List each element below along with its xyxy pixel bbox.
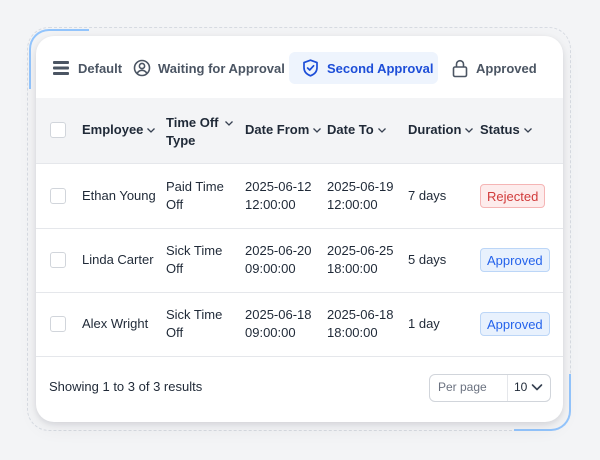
approval-table-card: Default Waiting for Approval Second Appr… (36, 36, 563, 422)
date-from-time: 09:00:00 (245, 261, 296, 276)
date-to-date: 2025-06-19 (327, 179, 394, 194)
date-from: 2025-06-18 09:00:00 (245, 306, 312, 342)
user-circle-icon (133, 59, 151, 77)
employee-name: Ethan Young (82, 188, 156, 203)
column-header-date-from[interactable]: Date From (245, 122, 322, 137)
tab-waiting-label: Waiting for Approval (158, 60, 285, 76)
date-from-time: 09:00:00 (245, 325, 296, 340)
column-header-label: Date To (327, 122, 374, 137)
list-icon (53, 61, 69, 75)
column-header-duration[interactable]: Duration (408, 122, 474, 137)
duration: 1 day (408, 316, 440, 331)
date-from: 2025-06-12 12:00:00 (245, 178, 312, 214)
date-from: 2025-06-20 09:00:00 (245, 242, 312, 278)
tab-second-approval[interactable]: Second Approval (289, 52, 438, 84)
table-row[interactable]: Ethan Young Paid Time Off 2025-06-12 12:… (36, 164, 563, 229)
select-all-checkbox[interactable] (50, 122, 66, 138)
column-header-status[interactable]: Status (480, 122, 533, 137)
status-tabs: Default Waiting for Approval Second Appr… (36, 36, 563, 99)
date-to-date: 2025-06-18 (327, 307, 394, 322)
shield-check-icon (303, 59, 318, 77)
time-off-type-line-2: Off (166, 325, 184, 340)
time-off-type: Sick Time Off (166, 242, 222, 278)
table-row[interactable]: Alex Wright Sick Time Off 2025-06-18 09:… (36, 292, 563, 357)
tab-second-approval-label: Second Approval (327, 60, 434, 76)
time-off-type-line-2: Off (166, 261, 184, 276)
time-off-type: Sick Time Off (166, 306, 222, 342)
per-page-placeholder: Per page (438, 380, 487, 394)
chevron-down-icon (377, 127, 386, 133)
date-from-date: 2025-06-18 (245, 307, 312, 322)
per-page-select[interactable]: Per page 10 (429, 374, 551, 402)
time-off-type-line-1: Sick Time (166, 243, 223, 258)
time-off-type-line-1: Sick Time (166, 307, 223, 322)
chevron-down-icon (224, 121, 233, 126)
tab-approved[interactable]: Approved (452, 52, 537, 84)
employee-name: Alex Wright (82, 316, 149, 331)
chevron-down-icon (465, 127, 474, 133)
column-header-label-lines: Time Off Type (166, 114, 219, 150)
lock-icon (452, 59, 468, 77)
table-header: Employee Time Off Type Date From Date To… (36, 98, 563, 164)
date-to-time: 18:00:00 (327, 261, 378, 276)
per-page-value: 10 (514, 380, 528, 394)
chevron-down-icon (147, 127, 156, 133)
row-checkbox[interactable] (50, 188, 66, 204)
date-from-date: 2025-06-20 (245, 243, 312, 258)
tab-default-label: Default (78, 60, 123, 76)
chevron-down-icon (531, 384, 543, 391)
column-header-time-off-type[interactable]: Time Off Type (166, 114, 234, 150)
column-header-employee[interactable]: Employee (82, 122, 156, 137)
status-badge: Approved (480, 312, 550, 336)
employee-name: Linda Carter (82, 252, 154, 267)
date-to: 2025-06-19 12:00:00 (327, 178, 394, 214)
column-header-label: Date From (245, 122, 310, 137)
column-header-label: Employee (82, 122, 144, 137)
chevron-down-icon (313, 127, 322, 133)
table-row[interactable]: Linda Carter Sick Time Off 2025-06-20 09… (36, 228, 563, 293)
status-badge: Rejected (480, 184, 546, 208)
column-header-label-line-2: Type (166, 133, 196, 148)
column-header-date-to[interactable]: Date To (327, 122, 387, 137)
column-header-label: Status (480, 122, 520, 137)
row-checkbox[interactable] (50, 252, 66, 268)
date-to-time: 12:00:00 (327, 197, 378, 212)
tab-default[interactable]: Default (52, 52, 122, 84)
date-to: 2025-06-18 18:00:00 (327, 306, 394, 342)
duration: 7 days (408, 188, 447, 203)
chevron-down-icon (523, 127, 532, 133)
status-badge: Approved (480, 248, 550, 272)
row-checkbox[interactable] (50, 316, 66, 332)
column-header-label-line-1: Time Off (166, 115, 219, 130)
date-from-date: 2025-06-12 (245, 179, 312, 194)
tab-approved-label: Approved (476, 60, 537, 76)
date-to-date: 2025-06-25 (327, 243, 394, 258)
results-summary: Showing 1 to 3 of 3 results (49, 379, 203, 394)
duration: 5 days (408, 252, 447, 267)
time-off-type-line-2: Off (166, 197, 184, 212)
date-to-time: 18:00:00 (327, 325, 378, 340)
date-from-time: 12:00:00 (245, 197, 296, 212)
time-off-type: Paid Time Off (166, 178, 224, 214)
column-header-label: Duration (408, 122, 462, 137)
per-page-divider (507, 375, 508, 401)
time-off-type-line-1: Paid Time (166, 179, 224, 194)
date-to: 2025-06-25 18:00:00 (327, 242, 394, 278)
tab-waiting-for-approval[interactable]: Waiting for Approval (133, 52, 285, 84)
